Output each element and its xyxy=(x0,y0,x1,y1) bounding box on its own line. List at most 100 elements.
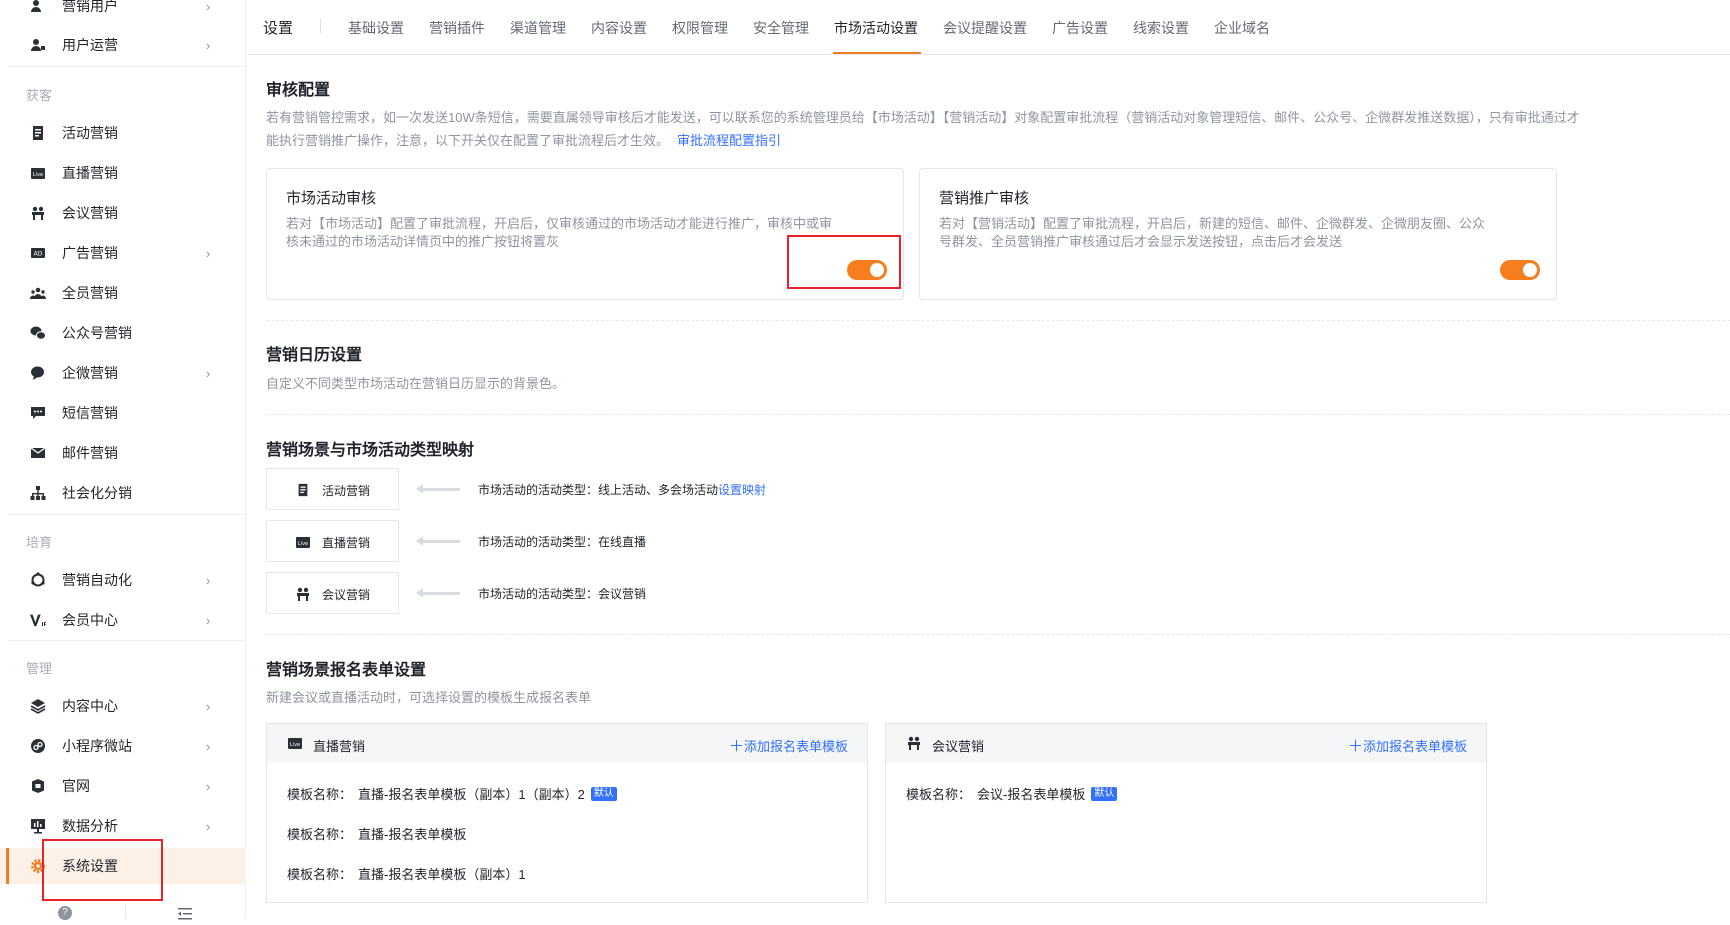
chevron-right-icon: › xyxy=(206,0,211,14)
sidebar-item-miniapp-site[interactable]: 小程序微站 › xyxy=(0,728,246,764)
template-key: 模板名称： xyxy=(287,867,353,882)
chevron-right-icon: › xyxy=(206,778,211,794)
ad-icon: AD xyxy=(30,245,46,261)
sidebar-item-wecom-marketing[interactable]: 企微营销 › xyxy=(0,355,246,391)
add-form-template-button[interactable]: ＋添加报名表单模板 xyxy=(1348,735,1467,756)
arrow-left-icon xyxy=(416,588,460,598)
sidebar-item-marketing-automation[interactable]: 营销自动化 › xyxy=(0,562,246,598)
section-title-calendar: 营销日历设置 xyxy=(266,347,363,364)
card-desc: 若对【营销活动】配置了审批流程，开启后，新建的短信、邮件、企微群发、企微朋友圈、… xyxy=(939,215,1485,251)
group-title-nurture: 培育 xyxy=(26,535,53,550)
main-content: 审核配置 若有营销管控需求，如一次发送10W条短信，需要直属领导审核后才能发送，… xyxy=(247,56,1730,918)
tab-channel-management[interactable]: 渠道管理 xyxy=(510,18,566,38)
plus-icon: ＋ xyxy=(1347,738,1363,755)
automation-icon xyxy=(30,572,46,588)
miniapp-icon xyxy=(30,738,46,754)
tab-content-settings[interactable]: 内容设置 xyxy=(591,18,647,38)
document-icon xyxy=(295,482,311,498)
card-desc: 若对【市场活动】配置了审批流程，开启后，仅审核通过的市场活动才能进行推广，审核中… xyxy=(286,215,832,251)
marketing-promotion-review-toggle[interactable] xyxy=(1500,260,1540,280)
sidebar-item-label: 会议营销 xyxy=(62,205,118,221)
divider xyxy=(8,640,246,641)
svg-text:AD: AD xyxy=(34,251,43,258)
sidebar-item-sms-marketing[interactable]: 短信营销 xyxy=(0,395,246,431)
team-icon xyxy=(30,285,46,301)
desc-line: 若有营销管控需求，如一次发送10W条短信，需要直属领导审核后才能发送，可以联系您… xyxy=(266,110,1580,125)
sidebar-item-website[interactable]: 官网 › xyxy=(0,768,246,804)
add-form-template-label: 添加报名表单模板 xyxy=(1362,739,1467,754)
approval-guide-link[interactable]: 审批流程配置指引 xyxy=(677,133,781,148)
tab-lead-settings[interactable]: 线索设置 xyxy=(1133,18,1189,38)
sidebar-item-member-center[interactable]: IP 会员中心 › xyxy=(0,602,246,638)
sidebar-item-live-marketing[interactable]: Live 直播营销 xyxy=(0,155,246,191)
mapping-scene-activity: 活动营销 xyxy=(266,468,399,510)
sidebar-item-label: 社会化分销 xyxy=(62,485,132,501)
tab-market-activity-settings[interactable]: 市场活动设置 xyxy=(834,18,918,38)
svg-text:Live: Live xyxy=(33,172,43,178)
mapping-type-label: 市场活动的活动类型：线上活动、多会场活动 xyxy=(478,483,719,497)
sidebar-item-label: 小程序微站 xyxy=(62,738,132,754)
user-ops-icon xyxy=(30,37,46,53)
add-form-template-label: 添加报名表单模板 xyxy=(743,739,848,754)
section-title-forms: 营销场景报名表单设置 xyxy=(266,662,427,679)
tab-ad-settings[interactable]: 广告设置 xyxy=(1052,18,1108,38)
svg-text:IP: IP xyxy=(42,622,46,628)
sidebar-bottom-tools: ? xyxy=(0,886,246,920)
tab-permission-management[interactable]: 权限管理 xyxy=(672,18,728,38)
section-desc-forms: 新建会议或直播活动时，可选择设置的模板生成报名表单 xyxy=(266,690,592,705)
template-row: 模板名称： 会议-报名表单模板 默认 xyxy=(906,784,1118,803)
chevron-right-icon: › xyxy=(206,245,211,261)
sidebar-item-label: 广告营销 xyxy=(62,245,118,261)
live-tv-icon: Live xyxy=(30,165,46,181)
collapse-sidebar-icon[interactable] xyxy=(178,907,192,925)
sidebar-item-label: 数据分析 xyxy=(62,818,118,834)
template-name[interactable]: 直播-报名表单模板（副本）1 xyxy=(358,864,526,883)
sidebar-item-label: 官网 xyxy=(62,778,90,794)
chevron-right-icon: › xyxy=(206,818,211,834)
tab-meeting-reminder-settings[interactable]: 会议提醒设置 xyxy=(943,18,1027,38)
sidebar-item-email-marketing[interactable]: 邮件营销 xyxy=(0,435,246,471)
sidebar-item-marketing-users[interactable]: 营销用户 › xyxy=(0,0,246,24)
divider xyxy=(125,904,126,918)
group-title-manage: 管理 xyxy=(26,661,53,676)
sidebar-item-ad-marketing[interactable]: AD 广告营销 › xyxy=(0,235,246,271)
set-mapping-link[interactable]: 设置映射 xyxy=(718,483,766,497)
live-tv-icon: Live xyxy=(287,735,303,751)
sidebar-item-label: 全员营销 xyxy=(62,285,118,301)
sidebar-item-content-center[interactable]: 内容中心 › xyxy=(0,688,246,724)
add-form-template-button[interactable]: ＋添加报名表单模板 xyxy=(729,735,848,756)
arrow-left-icon xyxy=(416,484,460,494)
sidebar-item-social-distribution[interactable]: 社会化分销 xyxy=(0,475,246,511)
sidebar-item-meeting-marketing[interactable]: 会议营销 xyxy=(0,195,246,231)
users-icon xyxy=(30,0,46,14)
meeting-icon xyxy=(295,586,311,602)
section-desc-review: 若有营销管控需求，如一次发送10W条短信，需要直属领导审核后才能发送，可以联系您… xyxy=(266,106,1726,152)
mapping-scene-live: Live 直播营销 xyxy=(266,520,399,562)
form-panel-title: 会议营销 xyxy=(932,739,985,754)
tab-basic-settings[interactable]: 基础设置 xyxy=(348,18,404,38)
tab-marketing-plugins[interactable]: 营销插件 xyxy=(429,18,485,38)
analytics-icon xyxy=(30,818,46,834)
page-title: 设置 xyxy=(263,20,294,37)
sidebar-item-activity-marketing[interactable]: 活动营销 xyxy=(0,115,246,151)
section-title-review: 审核配置 xyxy=(266,82,331,99)
template-key: 模板名称： xyxy=(287,827,353,842)
sms-icon xyxy=(30,405,46,421)
chevron-right-icon: › xyxy=(206,365,211,381)
section-desc-calendar: 自定义不同类型市场活动在营销日历显示的背景色。 xyxy=(266,376,566,391)
mapping-scene-label: 活动营销 xyxy=(322,484,371,498)
sidebar-item-official-account-marketing[interactable]: 公众号营销 xyxy=(0,315,246,351)
sidebar-item-label: 企微营销 xyxy=(62,365,118,381)
tab-enterprise-domain[interactable]: 企业域名 xyxy=(1214,18,1270,38)
chevron-right-icon: › xyxy=(206,37,211,53)
template-name[interactable]: 直播-报名表单模板（副本）1（副本）2 xyxy=(358,784,585,803)
tab-security-management[interactable]: 安全管理 xyxy=(753,18,809,38)
sidebar-item-label: 营销自动化 xyxy=(62,572,132,588)
template-name[interactable]: 直播-报名表单模板 xyxy=(358,824,466,843)
divider xyxy=(266,414,1730,415)
form-panel-header: Live 直播营销 ＋添加报名表单模板 xyxy=(267,724,867,763)
card-title: 市场活动审核 xyxy=(286,190,377,207)
sidebar-item-user-ops[interactable]: 用户运营 › xyxy=(0,27,246,63)
template-name[interactable]: 会议-报名表单模板 xyxy=(977,784,1085,803)
sidebar-item-all-staff-marketing[interactable]: 全员营销 xyxy=(0,275,246,311)
